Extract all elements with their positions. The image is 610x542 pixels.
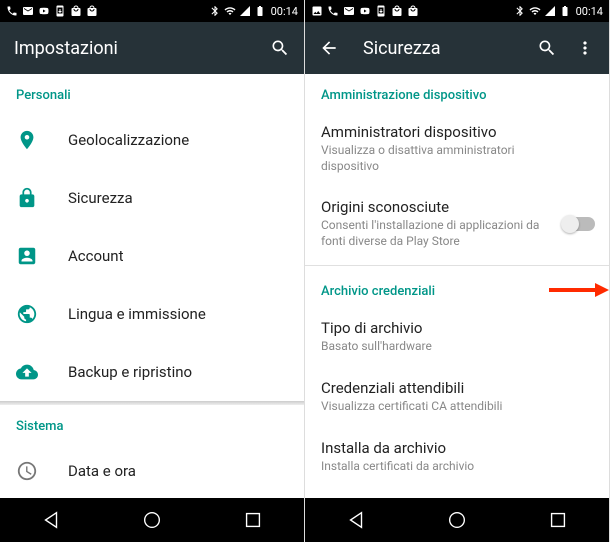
pref-title: Installa da archivio [321, 439, 593, 457]
pref-sub: Basato sull'hardware [321, 339, 593, 355]
pref-sub: Visualizza certificati CA attendibili [321, 399, 593, 415]
settings-list: Personali Geolocalizzazione Sicurezza Ac… [0, 74, 304, 498]
settings-item-language[interactable]: Lingua e immissione [0, 285, 304, 343]
gmail-icon [343, 5, 355, 17]
nav-home[interactable] [446, 509, 468, 531]
system-update-icon [54, 5, 66, 17]
app-bar: Impostazioni [0, 22, 304, 74]
divider [305, 265, 609, 266]
phone-left: 00:14 Impostazioni Personali Geolocalizz… [0, 0, 305, 542]
status-time: 00:14 [576, 5, 603, 18]
shopping-icon-2 [86, 5, 98, 17]
status-bar: 00:14 [0, 0, 304, 22]
pref-title: Origini sconosciute [321, 198, 593, 216]
location-icon [16, 129, 38, 151]
pref-device-admin[interactable]: Amministratori dispositivo Visualizza o … [305, 111, 609, 186]
account-icon [16, 245, 38, 267]
section-header-sistema: Sistema [0, 405, 304, 442]
pref-unknown-sources[interactable]: Origini sconosciute Consenti l'installaz… [305, 186, 609, 261]
status-bar: 00:14 [305, 0, 609, 22]
settings-item-security[interactable]: Sicurezza [0, 169, 304, 227]
youtube-icon [38, 5, 50, 17]
unknown-sources-toggle[interactable] [563, 217, 595, 231]
settings-item-backup[interactable]: Backup e ripristino [0, 343, 304, 401]
pref-sub: Installa certificati da archivio [321, 459, 593, 475]
nav-back[interactable] [40, 509, 62, 531]
lock-icon [16, 187, 38, 209]
battery-icon [559, 5, 571, 17]
pref-sub: Consenti l'installazione di applicazioni… [321, 218, 593, 249]
pref-title: Amministratori dispositivo [321, 123, 593, 141]
signal-icon [544, 5, 556, 17]
shopping-icon [70, 5, 82, 17]
phone-icon [6, 5, 18, 17]
backup-icon [16, 361, 38, 383]
globe-icon [16, 303, 38, 325]
page-title: Sicurezza [363, 38, 519, 59]
nav-bar [0, 498, 304, 542]
bluetooth-icon [514, 5, 526, 17]
settings-item-account[interactable]: Account [0, 227, 304, 285]
status-time: 00:14 [271, 5, 298, 18]
screenshot-icon [311, 5, 323, 17]
phone-right: 00:14 Sicurezza Amministrazione disposit… [305, 0, 610, 542]
nav-bar [305, 498, 609, 542]
app-bar: Sicurezza [305, 22, 609, 74]
pref-trusted-credentials[interactable]: Credenziali attendibili Visualizza certi… [305, 367, 609, 427]
section-header-admin: Amministrazione dispositivo [305, 74, 609, 111]
search-icon[interactable] [537, 38, 557, 58]
shopping-icon-2 [407, 5, 419, 17]
settings-item-label: Lingua e immissione [68, 305, 206, 323]
battery-icon [254, 5, 266, 17]
system-update-icon [375, 5, 387, 17]
settings-item-label: Geolocalizzazione [68, 131, 189, 149]
back-icon[interactable] [319, 38, 339, 58]
security-prefs: Amministrazione dispositivo Amministrato… [305, 74, 609, 498]
pref-storage-type[interactable]: Tipo di archivio Basato sull'hardware [305, 307, 609, 367]
nav-back[interactable] [345, 509, 367, 531]
phone-icon [327, 5, 339, 17]
section-header-credentials: Archivio credenziali [305, 270, 609, 307]
clock-icon [16, 460, 38, 482]
more-icon[interactable] [575, 38, 595, 58]
settings-item-datetime[interactable]: Data e ora [0, 442, 304, 498]
youtube-icon [359, 5, 371, 17]
pref-title: Credenziali attendibili [321, 379, 593, 397]
settings-item-label: Sicurezza [68, 189, 133, 207]
shopping-icon [391, 5, 403, 17]
gmail-icon [22, 5, 34, 17]
nav-home[interactable] [141, 509, 163, 531]
settings-item-label: Backup e ripristino [68, 363, 192, 381]
settings-item-label: Account [68, 247, 124, 265]
wifi-icon [529, 5, 541, 17]
pref-sub: Visualizza o disattiva amministratori di… [321, 143, 593, 174]
search-icon[interactable] [270, 38, 290, 58]
pref-title: Tipo di archivio [321, 319, 593, 337]
wifi-icon [224, 5, 236, 17]
settings-item-geolocation[interactable]: Geolocalizzazione [0, 111, 304, 169]
signal-icon [239, 5, 251, 17]
section-header-personali: Personali [0, 74, 304, 111]
page-title: Impostazioni [14, 38, 252, 59]
bluetooth-icon [209, 5, 221, 17]
settings-item-label: Data e ora [68, 462, 136, 480]
nav-recent[interactable] [547, 509, 569, 531]
nav-recent[interactable] [242, 509, 264, 531]
pref-install-from-storage[interactable]: Installa da archivio Installa certificat… [305, 427, 609, 487]
pref-clear-credentials: Cancella credenziali Rimuovi tutti i cer… [305, 486, 609, 498]
